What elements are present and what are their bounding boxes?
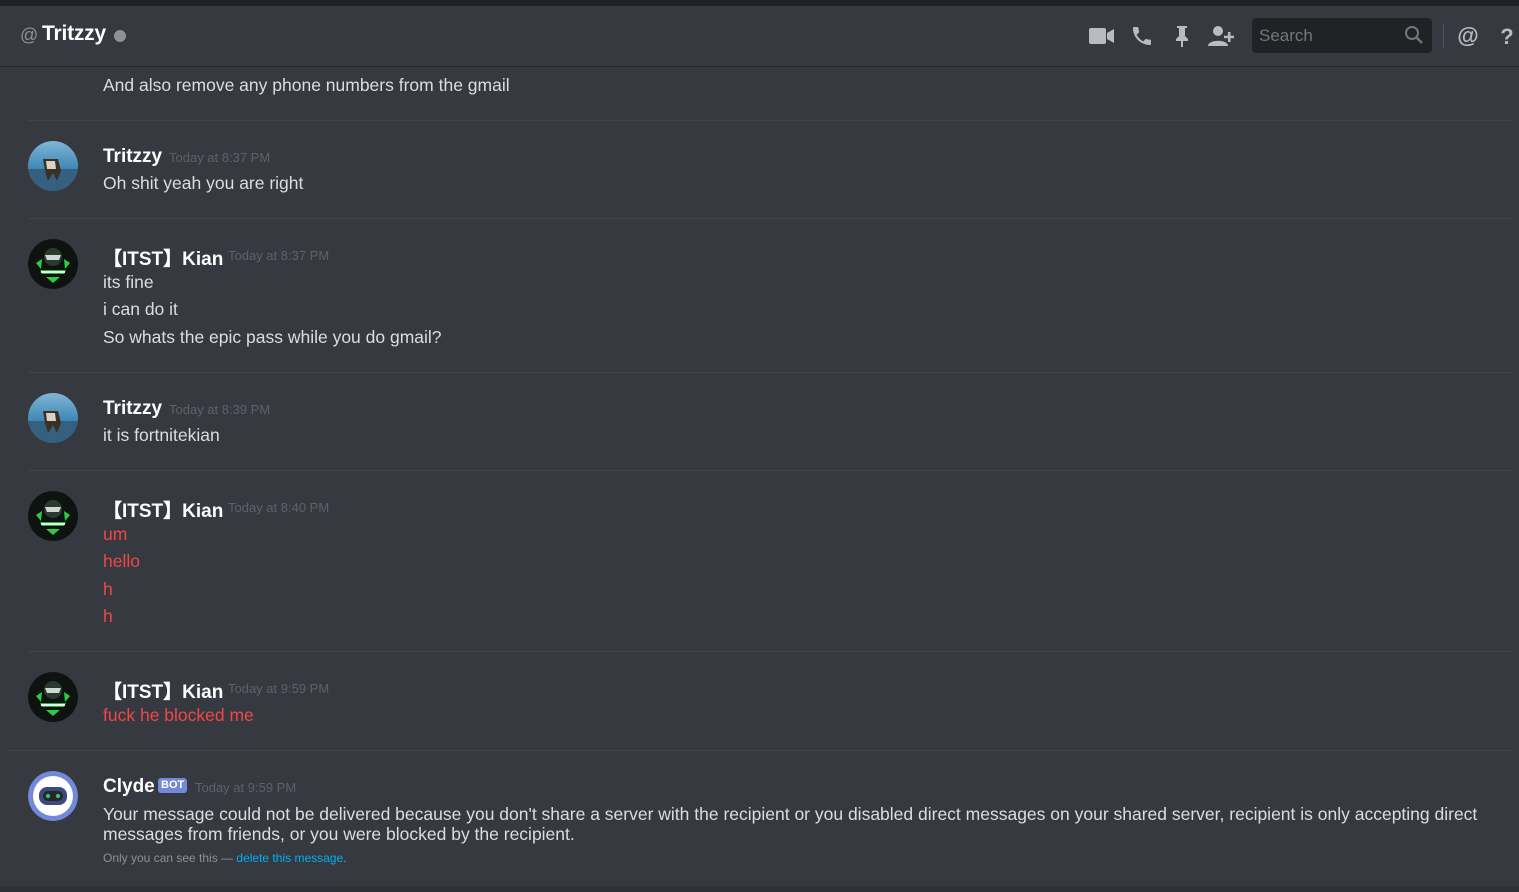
message-list: And also remove any phone numbers from t… xyxy=(0,68,1519,892)
avatar-tritzzy[interactable] xyxy=(28,141,78,191)
search-input[interactable] xyxy=(1252,18,1402,53)
message-divider xyxy=(28,120,1513,121)
message-author[interactable]: Tritzzy xyxy=(103,146,162,168)
failed-message-line: h xyxy=(103,606,113,626)
message-timestamp: Today at 8:39 PM xyxy=(169,402,271,417)
channel-title[interactable]: Tritzzy xyxy=(42,22,106,46)
system-message-text: Your message could not be delivered beca… xyxy=(103,804,1478,844)
failed-message-line: h xyxy=(103,579,113,599)
message-author[interactable]: 【ITST】Kian xyxy=(103,496,223,523)
message-divider xyxy=(28,218,1513,219)
voice-call-icon[interactable] xyxy=(1128,22,1156,50)
message-line: And also remove any phone numbers from t… xyxy=(103,75,510,95)
message-line: it is fortnitekian xyxy=(103,425,220,445)
ephemeral-note: Only you can see this — delete this mess… xyxy=(103,851,346,865)
video-call-icon[interactable] xyxy=(1088,22,1116,50)
message-author[interactable]: Tritzzy xyxy=(103,398,162,420)
search-box[interactable] xyxy=(1252,18,1432,53)
add-friend-icon[interactable] xyxy=(1207,22,1235,50)
avatar-tritzzy[interactable] xyxy=(28,393,78,443)
message-divider xyxy=(28,470,1513,471)
message-line: i can do it xyxy=(103,299,178,319)
delete-message-link[interactable]: delete this message xyxy=(236,851,343,865)
help-icon[interactable]: ? xyxy=(1493,22,1519,50)
message-timestamp: Today at 9:59 PM xyxy=(195,780,297,795)
message-divider xyxy=(6,750,1513,751)
avatar-kian[interactable] xyxy=(28,239,78,289)
message-timestamp: Today at 9:59 PM xyxy=(228,681,330,696)
message-line: So whats the epic pass while you do gmai… xyxy=(103,327,442,347)
failed-message-line: fuck he blocked me xyxy=(103,705,254,725)
ephemeral-suffix: . xyxy=(343,851,347,865)
message-timestamp: Today at 8:37 PM xyxy=(228,248,330,263)
offline-status-dot xyxy=(114,30,126,42)
avatar-kian[interactable] xyxy=(28,672,78,722)
message-divider xyxy=(28,651,1513,652)
message-line: Oh shit yeah you are right xyxy=(103,173,304,193)
channel-header: @ Tritzzy @ ? xyxy=(0,6,1519,67)
svg-text:@: @ xyxy=(1457,24,1478,48)
message-line: its fine xyxy=(103,272,154,292)
composer-edge xyxy=(0,886,1519,892)
header-divider xyxy=(1443,24,1444,48)
pin-icon[interactable] xyxy=(1168,22,1196,50)
message-author[interactable]: Clyde xyxy=(103,776,155,798)
search-icon xyxy=(1404,25,1424,50)
failed-message-line: hello xyxy=(103,551,140,571)
bot-badge: BOT xyxy=(158,778,188,793)
ephemeral-prefix: Only you can see this — xyxy=(103,851,237,865)
dm-at-symbol: @ xyxy=(20,25,39,45)
failed-message-line: um xyxy=(103,524,128,544)
avatar-kian[interactable] xyxy=(28,491,78,541)
message-author[interactable]: 【ITST】Kian xyxy=(103,677,223,704)
message-timestamp: Today at 8:37 PM xyxy=(169,150,271,165)
message-author[interactable]: 【ITST】Kian xyxy=(103,244,223,271)
mentions-icon[interactable]: @ xyxy=(1454,22,1482,50)
message-timestamp: Today at 8:40 PM xyxy=(228,500,330,515)
message-divider xyxy=(28,372,1513,373)
svg-text:?: ? xyxy=(1500,24,1513,48)
avatar-clyde[interactable] xyxy=(28,771,78,821)
